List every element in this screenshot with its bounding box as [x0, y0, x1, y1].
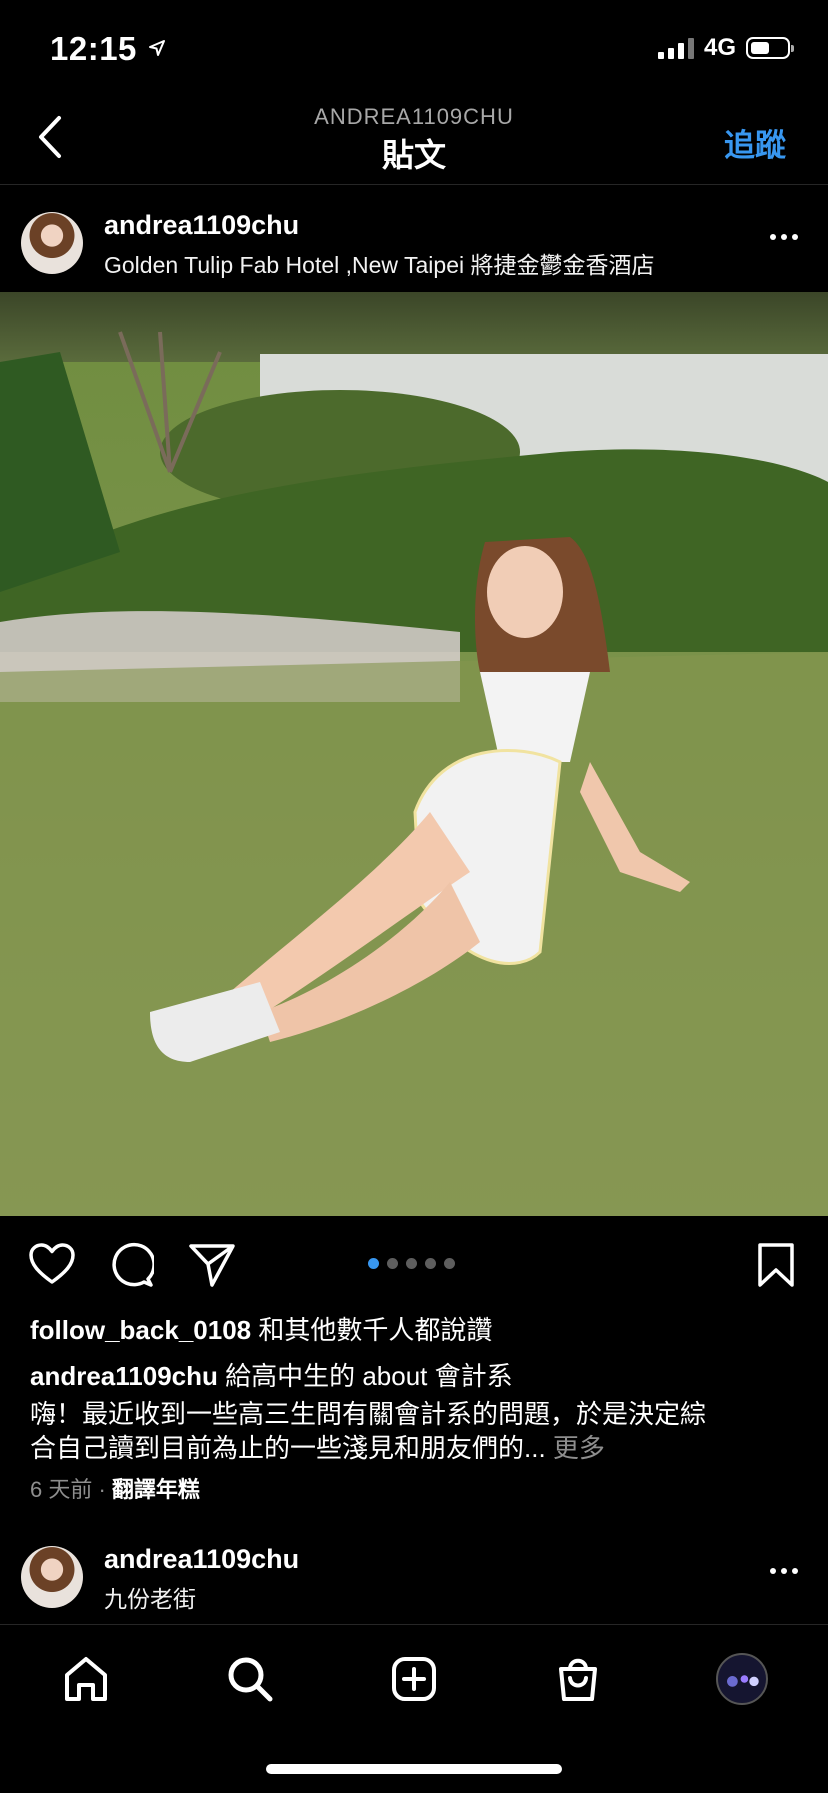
avatar[interactable] [21, 1546, 83, 1608]
nav-home[interactable] [58, 1651, 114, 1707]
carousel-dot [444, 1258, 455, 1269]
comment-button[interactable] [108, 1242, 156, 1293]
share-button[interactable] [188, 1242, 236, 1293]
meta-separator: · [92, 1477, 112, 1502]
more-link[interactable]: 更多 [546, 1433, 605, 1463]
action-bar [0, 1216, 828, 1312]
status-indicators: 4G [657, 34, 794, 62]
carousel-dot [406, 1258, 417, 1269]
avatar[interactable] [21, 212, 83, 274]
carousel-dot [387, 1258, 398, 1269]
follow-button[interactable]: 追蹤 [724, 120, 786, 165]
network-label: 4G [703, 34, 736, 61]
post-meta: 6 天前 · 翻譯年糕 [30, 1472, 200, 1504]
more-options-button[interactable] [770, 1568, 798, 1574]
time-ago: 6 天前 [30, 1477, 93, 1502]
like-button[interactable] [28, 1242, 76, 1291]
location-arrow-icon [148, 40, 165, 56]
battery-icon [746, 37, 794, 59]
caption-title: 給高中生的 about 會計系 [217, 1361, 513, 1391]
new-post-icon [392, 1657, 436, 1701]
caption-header: andrea1109chu 給高中生的 about 會計系 [30, 1356, 513, 1393]
likes-summary[interactable]: follow_back_0108 和其他數千人都說讚 [30, 1310, 492, 1347]
next-post-header: andrea1109chu 九份老街 [0, 1530, 828, 1624]
carousel-indicator [368, 1258, 455, 1269]
signal-icon [657, 37, 694, 59]
caption-username[interactable]: andrea1109chu [30, 1361, 218, 1391]
likes-username[interactable]: follow_back_0108 [30, 1315, 251, 1345]
nav-profile[interactable] [714, 1651, 770, 1707]
next-post-location[interactable]: 九份老街 [104, 1580, 196, 1614]
profile-avatar [716, 1653, 768, 1705]
search-icon [228, 1657, 273, 1702]
post-username[interactable]: andrea1109chu [104, 210, 299, 241]
nav-search[interactable] [222, 1651, 278, 1707]
nav-shop[interactable] [550, 1651, 606, 1707]
nav-new-post[interactable] [386, 1651, 442, 1707]
bookmark-icon [758, 1243, 794, 1287]
top-nav: ANDREA1109CHU 貼文 追蹤 [0, 92, 828, 185]
carousel-dot-active [368, 1258, 379, 1269]
home-icon [65, 1657, 107, 1701]
more-options-button[interactable] [770, 234, 798, 240]
heart-icon [29, 1243, 75, 1284]
caption-line: 嗨！最近收到一些高三生問有關會計系的問題，於是決定綜 [30, 1399, 707, 1429]
next-post-username[interactable]: andrea1109chu [104, 1544, 299, 1575]
post-header: andrea1109chu Golden Tulip Fab Hotel ,Ne… [0, 196, 828, 290]
comment-icon [112, 1242, 156, 1287]
carousel-dot [425, 1258, 436, 1269]
header-username: ANDREA1109CHU [314, 104, 514, 129]
post-location[interactable]: Golden Tulip Fab Hotel ,New Taipei 將捷金鬱金… [104, 246, 655, 280]
translate-link[interactable]: 翻譯年糕 [112, 1477, 200, 1502]
likes-suffix: 和其他數千人都說讚 [251, 1315, 493, 1345]
shop-icon [559, 1658, 597, 1701]
save-button[interactable] [756, 1242, 796, 1293]
share-icon [189, 1244, 235, 1287]
post-photo[interactable] [0, 292, 828, 1216]
caption-line-text: 合自己讀到目前為止的一些淺見和朋友們的... [30, 1433, 546, 1463]
caption-line: 合自己讀到目前為止的一些淺見和朋友們的... 更多 [30, 1428, 810, 1465]
home-indicator[interactable] [266, 1764, 562, 1774]
status-time: 12:15 [50, 30, 167, 68]
page-title: 貼文 [381, 137, 446, 173]
